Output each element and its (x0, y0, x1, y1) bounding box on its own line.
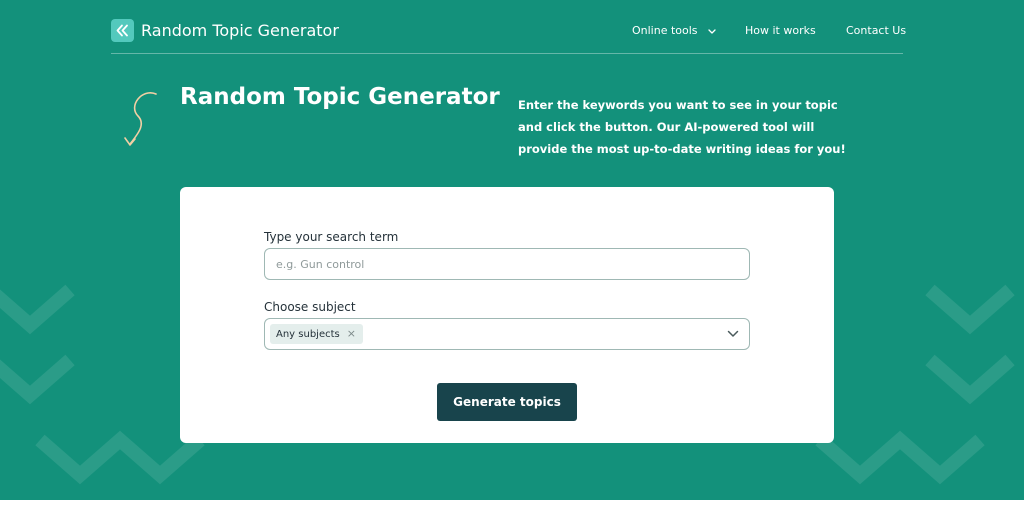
close-icon[interactable]: × (347, 328, 356, 340)
intro-description: Enter the keywords you want to see in yo… (518, 98, 846, 156)
double-chevron-left-icon (116, 24, 128, 37)
chevron-down-icon (708, 28, 716, 34)
hero-section: Random Topic Generator Online tools How … (0, 0, 1024, 500)
search-term-label: Type your search term (264, 230, 399, 244)
nav-how-it-works[interactable]: How it works (745, 23, 816, 39)
subject-chip: Any subjects × (270, 324, 363, 344)
nav-contact-us[interactable]: Contact Us (846, 23, 906, 39)
search-input[interactable] (264, 248, 750, 280)
logo[interactable] (111, 19, 134, 42)
nav-online-tools-label: Online tools (632, 24, 698, 37)
subject-label: Choose subject (264, 300, 356, 314)
page-title: Random Topic Generator (180, 84, 500, 110)
site-header: Random Topic Generator Online tools How … (111, 18, 906, 54)
subject-chip-label: Any subjects (276, 328, 340, 340)
generate-topics-button[interactable]: Generate topics (437, 383, 577, 421)
curly-arrow-icon (124, 92, 157, 146)
subject-select[interactable]: Any subjects × (264, 318, 750, 350)
chevron-down-icon[interactable] (727, 330, 739, 338)
generator-form-card: Type your search term Choose subject Any… (180, 187, 834, 443)
nav-online-tools[interactable]: Online tools (632, 23, 716, 39)
brand-name[interactable]: Random Topic Generator (141, 19, 339, 43)
